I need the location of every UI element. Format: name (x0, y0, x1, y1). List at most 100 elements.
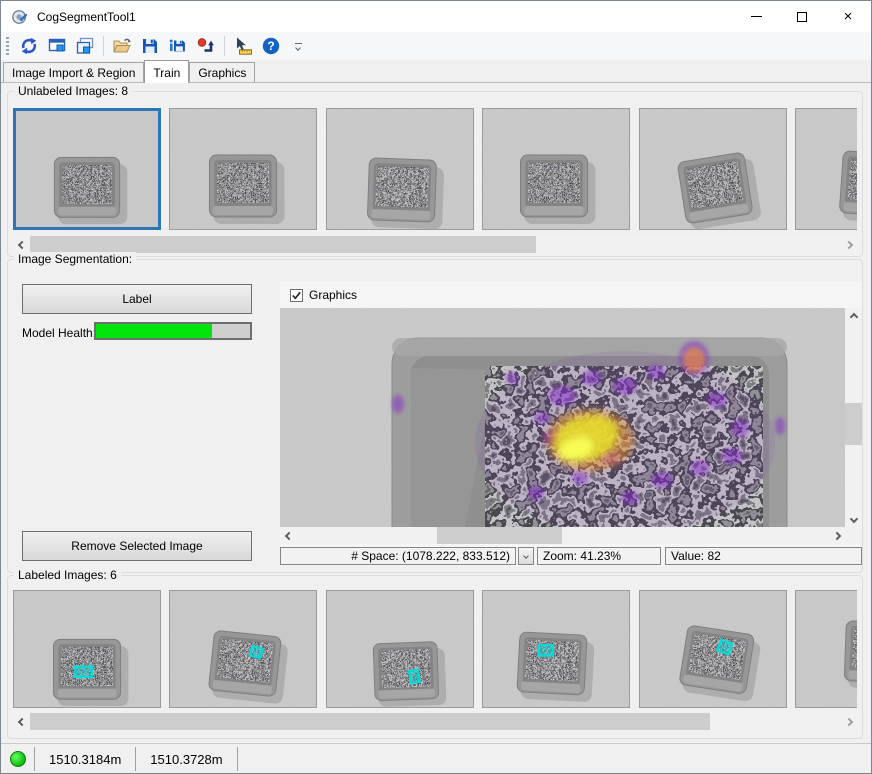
graphics-checkbox-label: Graphics (309, 288, 357, 302)
maximize-icon (797, 12, 807, 22)
labeled-thumbnail-6[interactable] (795, 590, 857, 708)
scroll-down-arrow[interactable] (845, 510, 862, 527)
statusbar-separator (237, 747, 238, 771)
unlabeled-images-title: Unlabeled Images: 8 (14, 84, 132, 98)
label-button[interactable]: Label (22, 284, 252, 314)
unlabeled-scrollbar[interactable] (13, 236, 857, 253)
minimize-button[interactable] (733, 1, 779, 32)
pointer-ruler-button[interactable] (230, 34, 256, 58)
save-button[interactable] (137, 34, 163, 58)
run-button[interactable] (16, 34, 42, 58)
tab-train[interactable]: Train (144, 60, 189, 83)
overflow-bar-icon (295, 43, 302, 44)
label-region (75, 666, 92, 677)
close-button[interactable]: × (825, 1, 871, 32)
label-region (409, 670, 420, 684)
image-display-control: Graphics (280, 282, 862, 566)
image-segmentation-title: Image Segmentation: (14, 252, 136, 266)
model-health-progressbar (94, 322, 252, 340)
scroll-left-arrow[interactable] (13, 713, 30, 730)
windows-layered-button[interactable] (72, 34, 98, 58)
toolbar-separator (224, 36, 225, 56)
graphics-checkbox-wrap[interactable]: Graphics (290, 288, 357, 302)
save-image-icon (168, 36, 188, 56)
unlabeled-thumbnail-2[interactable] (169, 108, 317, 230)
status-indicator-green (10, 751, 26, 767)
labeled-thumbnail-3[interactable] (326, 590, 474, 708)
tabstrip: Image Import & Region Train Graphics (1, 60, 871, 83)
segmentation-image (280, 308, 845, 527)
close-icon: × (844, 9, 853, 24)
display-horizontal-scrollbar[interactable] (280, 527, 845, 544)
tool-window-icon (47, 36, 67, 56)
tab-graphics[interactable]: Graphics (189, 62, 255, 82)
label-region (250, 646, 263, 658)
unlabeled-thumbnail-3[interactable] (326, 108, 474, 230)
labeled-images-group: Labeled Images: 6 (7, 575, 863, 739)
chevron-down-icon (295, 45, 301, 51)
maximize-button[interactable] (779, 1, 825, 32)
statusbar-metric-1: 1510.3184m (35, 752, 135, 767)
labeled-thumbnail-strip (13, 590, 857, 710)
unlabeled-thumbnail-5[interactable] (639, 108, 787, 230)
toolbar: ? (1, 32, 871, 60)
display-vertical-scrollbar[interactable] (845, 308, 862, 527)
scroll-right-arrow[interactable] (840, 236, 857, 253)
statusbar-metric-2: 1510.3728m (136, 752, 236, 767)
record-results-icon (196, 36, 216, 56)
unlabeled-thumbnail-4[interactable] (482, 108, 630, 230)
space-dropdown-button[interactable] (518, 547, 534, 565)
save-image-button[interactable] (165, 34, 191, 58)
unlabeled-thumbnail-strip (13, 108, 857, 232)
windows-layered-icon (75, 36, 95, 56)
graphics-checkbox[interactable] (290, 289, 303, 302)
unlabeled-images-group: Unlabeled Images: 8 (7, 91, 863, 257)
remove-selected-image-button[interactable]: Remove Selected Image (22, 531, 252, 561)
model-health-label: Model Health: (22, 326, 96, 340)
image-segmentation-group: Image Segmentation: Label Model Health: … (7, 259, 863, 573)
scrollbar-thumb[interactable] (30, 713, 710, 730)
labeled-thumbnail-1[interactable] (13, 590, 161, 708)
toolbar-overflow-button[interactable] (291, 35, 305, 57)
open-file-button[interactable] (109, 34, 135, 58)
space-status-cell: # Space: (1078.222, 833.512) (280, 547, 516, 565)
scroll-right-arrow[interactable] (828, 527, 845, 544)
record-results-button[interactable] (193, 34, 219, 58)
labeled-thumbnail-2[interactable] (169, 590, 317, 708)
app-icon (11, 8, 29, 26)
display-status-row: # Space: (1078.222, 833.512) Zoom: 41.23… (280, 547, 862, 565)
label-region (539, 645, 554, 656)
cog-segment-tool-window: CogSegmentTool1 × (0, 0, 872, 774)
minimize-icon (751, 16, 762, 17)
labeled-images-title: Labeled Images: 6 (14, 568, 121, 582)
label-region (717, 640, 732, 655)
chevron-down-icon (523, 553, 529, 559)
titlebar: CogSegmentTool1 × (1, 1, 871, 32)
labeled-thumbnail-5[interactable] (639, 590, 787, 708)
window-title: CogSegmentTool1 (37, 10, 136, 24)
scrollbar-corner (845, 527, 862, 544)
train-tab-page: Unlabeled Images: 8 (1, 83, 871, 743)
scrollbar-thumb[interactable] (437, 527, 562, 544)
labeled-scrollbar[interactable] (13, 713, 857, 730)
tab-image-import-region[interactable]: Image Import & Region (3, 62, 144, 82)
unlabeled-thumbnail-1[interactable] (13, 108, 161, 230)
scroll-left-arrow[interactable] (13, 236, 30, 253)
zoom-status-cell: Zoom: 41.23% (537, 547, 661, 565)
help-button[interactable]: ? (258, 34, 284, 58)
scroll-right-arrow[interactable] (840, 713, 857, 730)
scroll-left-arrow[interactable] (280, 527, 297, 544)
value-status-cell: Value: 82 (665, 547, 862, 565)
check-icon (291, 290, 302, 301)
help-icon: ? (261, 36, 281, 56)
labeled-thumbnail-4[interactable] (482, 590, 630, 708)
scrollbar-thumb[interactable] (30, 236, 536, 253)
svg-text:?: ? (267, 39, 274, 53)
toolbar-grip[interactable] (6, 37, 9, 55)
orange-overlay-blob (683, 347, 705, 373)
tool-window-button[interactable] (44, 34, 70, 58)
scroll-up-arrow[interactable] (845, 308, 862, 325)
scrollbar-thumb[interactable] (845, 403, 862, 445)
segmentation-image-viewport[interactable] (280, 308, 845, 527)
unlabeled-thumbnail-6[interactable] (795, 108, 857, 230)
